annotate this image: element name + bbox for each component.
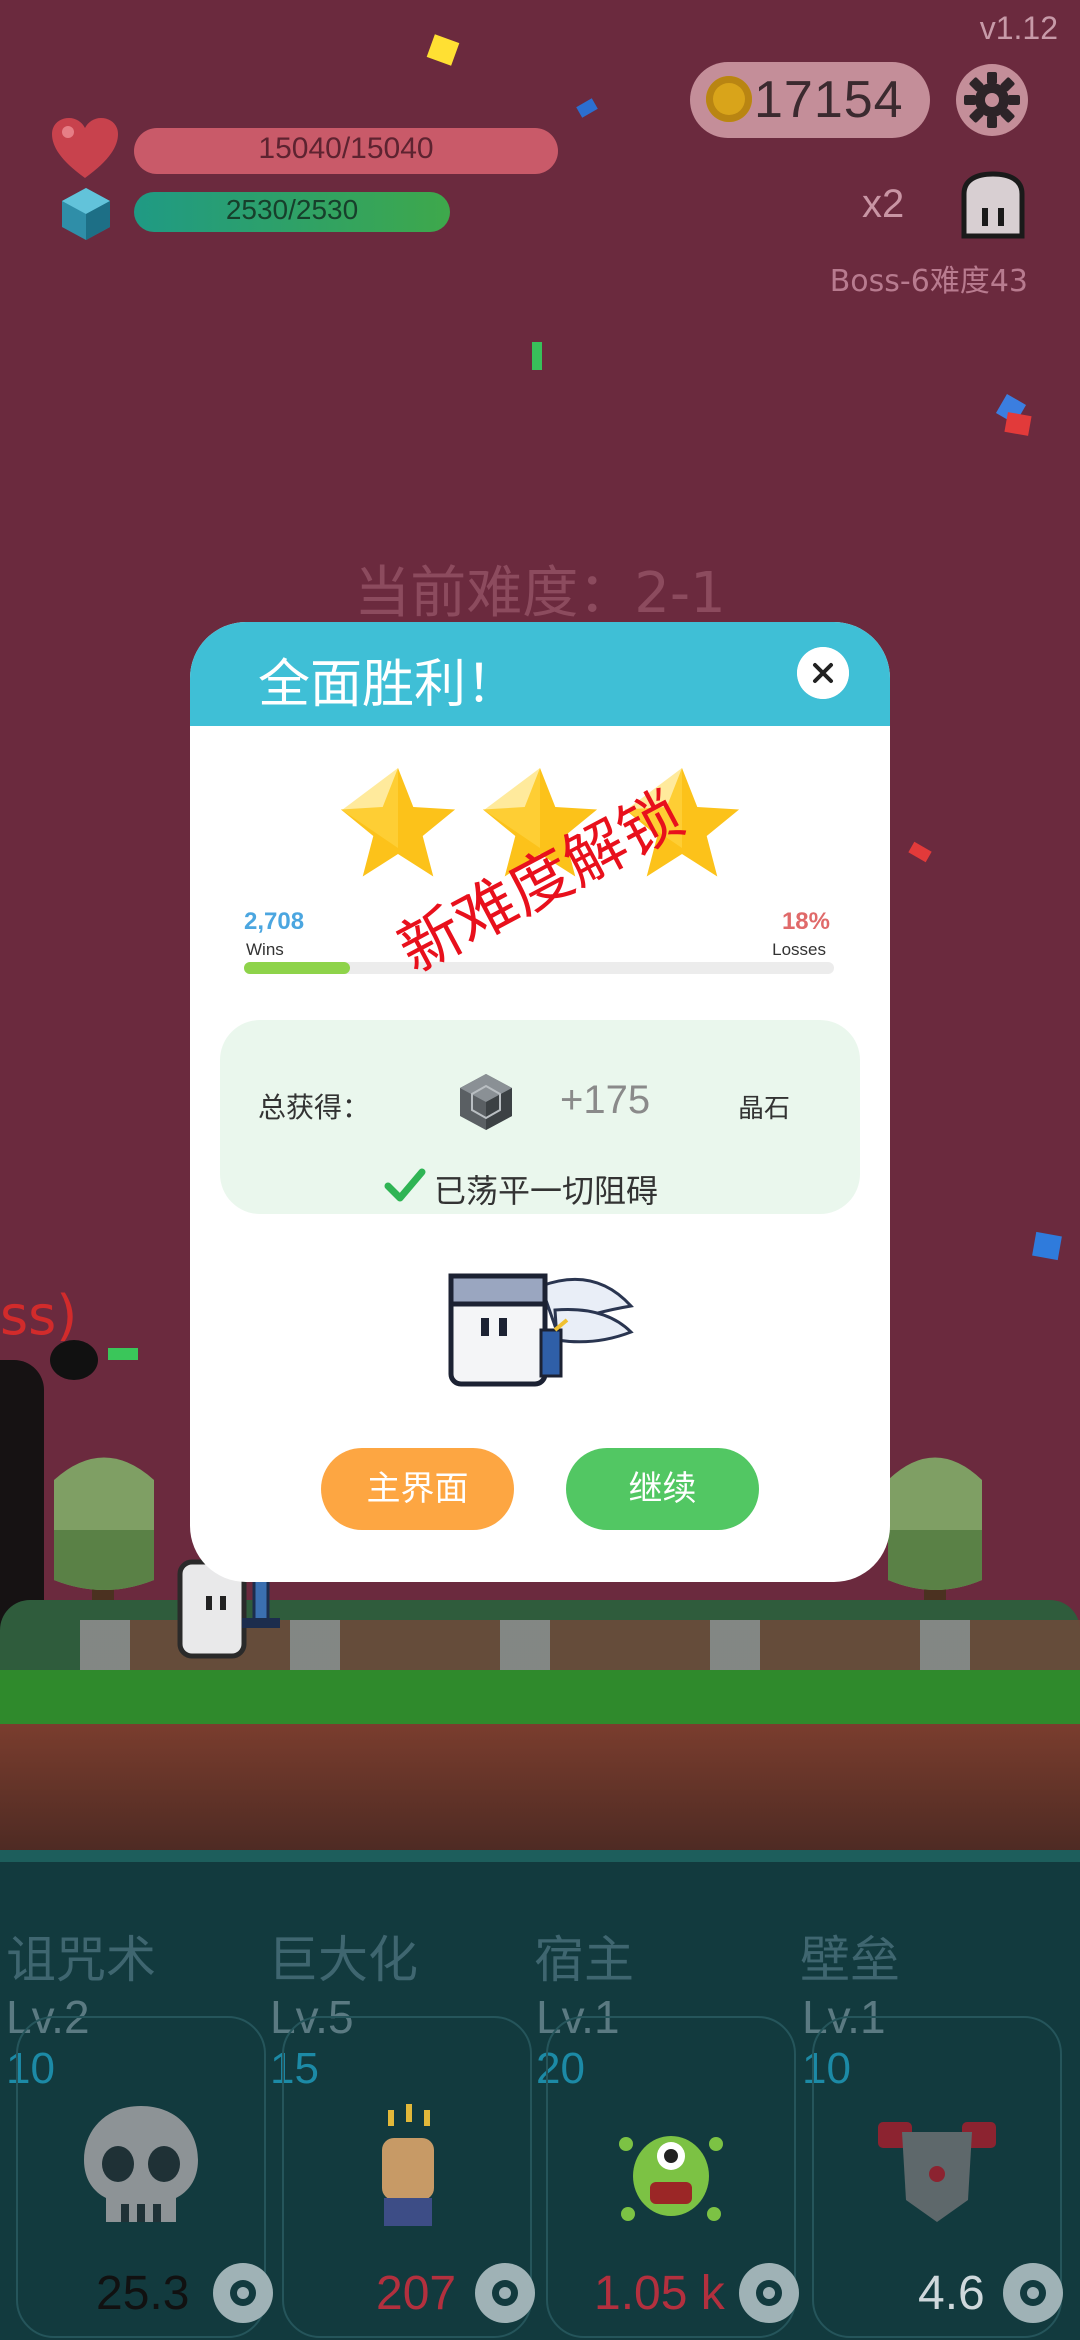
boss-difficulty-label: Boss-6难度43 [829, 264, 1028, 299]
skill-value: 4.6 [918, 2267, 985, 2320]
armor-icon [878, 2122, 996, 2222]
upgrade-saw-icon[interactable] [208, 2258, 278, 2328]
skill-name-host: 宿主 [534, 1931, 634, 1989]
cleared-message: 已荡平一切阻碍 [434, 1172, 659, 1210]
losses-label: Losses [772, 940, 826, 959]
current-difficulty-label: 当前难度：2-1 [354, 561, 726, 626]
monster-icon [619, 2136, 723, 2221]
winged-knight-icon [448, 1273, 634, 1387]
skill-name-giant: 巨大化 [268, 1931, 418, 1989]
upgrade-saw-icon[interactable] [470, 2258, 540, 2328]
skull-icon [84, 2106, 198, 2222]
star-highlight [342, 768, 398, 848]
crystal-icon [460, 1074, 512, 1130]
dialog-title: 全面胜利！ [258, 655, 519, 715]
mana-value: 2530/2530 [225, 194, 359, 225]
skill-value: 207 [376, 2267, 457, 2320]
checkmark-icon [384, 1168, 426, 1202]
main-menu-button[interactable]: 主界面 [321, 1448, 514, 1530]
losses-value: 18% [781, 908, 830, 935]
confetti-piece [908, 841, 932, 863]
skill-name-barrier: 壁垒 [800, 1931, 900, 1989]
confetti-piece [1032, 1231, 1062, 1261]
skill-name-curse: 诅咒术 [6, 1931, 156, 1989]
wins-value: 2,708 [244, 908, 305, 935]
version-label: v1.12 [979, 10, 1058, 46]
settings-gear-icon[interactable] [954, 62, 1030, 138]
skill-value: 25.3 [96, 2267, 190, 2320]
bullet-icon [108, 1348, 138, 1360]
confetti-piece [1004, 412, 1032, 436]
confetti-piece [426, 34, 460, 66]
continue-button[interactable]: 继续 [566, 1448, 759, 1530]
bomb-icon [50, 1340, 98, 1380]
coin-count: 17154 [754, 71, 904, 129]
total-earned-label: 总获得： [258, 1091, 371, 1124]
confetti-piece [532, 342, 542, 370]
heart-icon [52, 118, 118, 178]
upgrade-saw-icon[interactable] [998, 2258, 1068, 2328]
fist-icon [382, 2104, 434, 2226]
enemy-name-partial: ss) [0, 1284, 78, 1347]
skill-value: 1.05 k [594, 2267, 725, 2320]
coin-icon [706, 76, 752, 122]
boss-ghost-icon[interactable] [958, 170, 1028, 242]
ground-grass [0, 1670, 1080, 1726]
ground-dirt [0, 1724, 1080, 1854]
close-icon[interactable] [797, 647, 849, 699]
health-value: 15040/15040 [258, 132, 434, 165]
reward-unit: 晶石 [738, 1094, 791, 1124]
confetti-piece [576, 98, 598, 118]
gem-icon [62, 188, 110, 240]
win-progress-fill [244, 962, 350, 974]
upgrade-saw-icon[interactable] [734, 2258, 804, 2328]
reward-amount: +175 [560, 1078, 651, 1122]
wins-label: Wins [246, 940, 284, 959]
speed-multiplier-button[interactable]: x2 [862, 182, 904, 227]
